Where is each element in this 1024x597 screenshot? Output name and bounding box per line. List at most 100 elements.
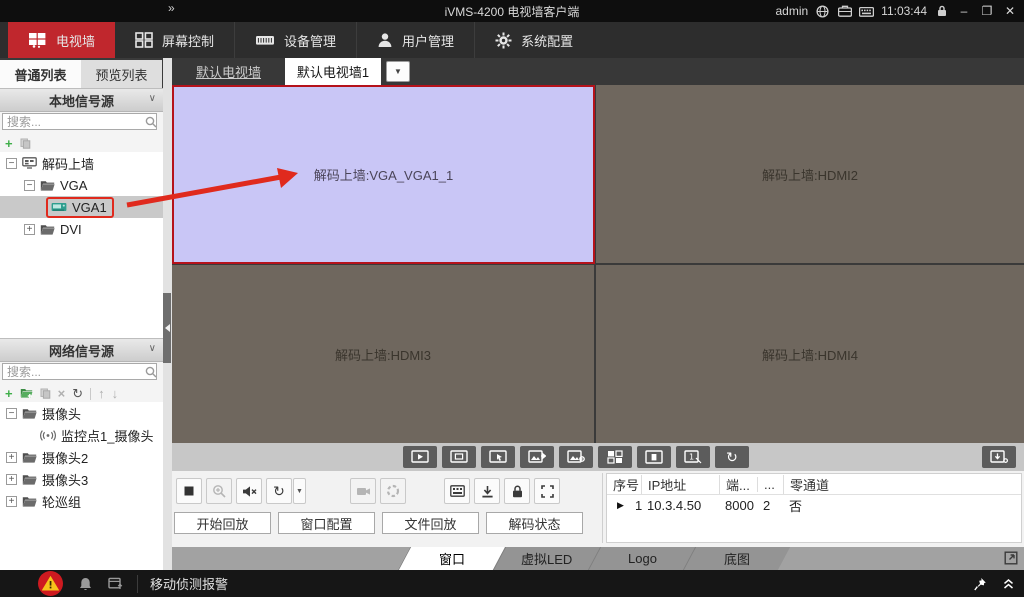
tree-item-camera1-folder[interactable]: − 摄像头 xyxy=(0,402,163,424)
collapse-expander[interactable]: + xyxy=(6,474,17,485)
fullscreen-button[interactable] xyxy=(534,478,560,504)
wall-cell-hdmi2[interactable]: 解码上墙:HDMI2 xyxy=(596,85,1024,263)
network-signal-source-header[interactable]: 网络信号源 ∨ xyxy=(0,338,163,362)
pin-icon[interactable] xyxy=(974,577,987,591)
screen-play-button[interactable] xyxy=(403,446,437,468)
collapse-expander[interactable]: − xyxy=(6,408,17,419)
tab-default-tv-wall-1[interactable]: 默认电视墙1 xyxy=(285,58,381,85)
collapse-expander[interactable]: + xyxy=(6,452,17,463)
statusbar-divider xyxy=(137,575,138,593)
tree-item-dvi-folder[interactable]: + DVI xyxy=(0,218,163,240)
alarm-bell-icon[interactable] xyxy=(79,577,92,591)
collapse-chevrons-icon[interactable] xyxy=(1003,578,1014,590)
search-icon[interactable] xyxy=(145,116,157,128)
add-icon[interactable]: + xyxy=(5,137,13,150)
playback-dropdown-button[interactable]: ▼ xyxy=(293,478,306,504)
file-playback-button[interactable]: 文件回放 xyxy=(382,512,479,534)
download-button[interactable] xyxy=(474,478,500,504)
alarm-warning-button[interactable] xyxy=(38,571,63,596)
tree-item-vga-folder[interactable]: − VGA xyxy=(0,174,163,196)
add-group-icon[interactable] xyxy=(20,388,33,399)
menu-tab-tv-wall[interactable]: 电视墙 xyxy=(8,22,115,58)
collapse-expander[interactable]: + xyxy=(24,224,35,235)
window-config-button[interactable]: 窗口配置 xyxy=(278,512,375,534)
network-search-input[interactable] xyxy=(2,363,157,380)
decode-status-button[interactable]: 解码状态 xyxy=(486,512,583,534)
instant-playback-button[interactable]: ↻ xyxy=(266,478,292,504)
refresh-button[interactable]: ↻ xyxy=(715,446,749,468)
search-icon[interactable] xyxy=(145,366,157,378)
split-screen-button[interactable] xyxy=(598,446,632,468)
start-playback-button[interactable]: 开始回放 xyxy=(174,512,271,534)
digital-zoom-button[interactable] xyxy=(206,478,232,504)
tab-normal-list[interactable]: 普通列表 xyxy=(0,60,81,88)
numeric-panel-button[interactable] xyxy=(444,478,470,504)
column-header-port[interactable]: 端... xyxy=(719,475,757,494)
loop-status-button[interactable] xyxy=(380,478,406,504)
soft-keyboard-icon[interactable] xyxy=(859,4,874,19)
tab-logo[interactable]: Logo xyxy=(588,547,695,570)
add-icon[interactable]: + xyxy=(5,387,13,400)
move-down-icon[interactable]: ↓ xyxy=(112,387,119,400)
tree-item-tour-group-folder[interactable]: + 轮巡组 xyxy=(0,490,163,512)
popup-window-icon[interactable] xyxy=(1004,551,1018,565)
copy-icon[interactable] xyxy=(20,138,31,149)
tree-item-decode-wall[interactable]: − 解码上墙 xyxy=(0,152,163,174)
record-button[interactable] xyxy=(350,478,376,504)
button-label: 文件回放 xyxy=(404,514,456,533)
wall-cell-hdmi4[interactable]: 解码上墙:HDMI4 xyxy=(596,265,1024,443)
tree-item-camera2-folder[interactable]: + 摄像头2 xyxy=(0,446,163,468)
row-expander-icon[interactable]: ▶ xyxy=(607,500,635,511)
table-row[interactable]: ▶ 1 10.3.4.50 8000 2 否 xyxy=(607,495,1021,515)
window-number-button[interactable]: 1 xyxy=(676,446,710,468)
alarm-status-bar: 移动侦测报警 xyxy=(0,570,1024,597)
column-header-ip[interactable]: IP地址 xyxy=(641,475,719,494)
tab-preview-list[interactable]: 预览列表 xyxy=(81,60,162,88)
move-up-icon[interactable]: ↑ xyxy=(98,387,105,400)
minimize-button[interactable]: – xyxy=(956,4,972,18)
collapse-expander[interactable]: + xyxy=(6,496,17,507)
column-header-index[interactable]: 序号 xyxy=(607,475,641,494)
local-signal-source-header[interactable]: 本地信号源 ∨ xyxy=(0,88,163,112)
delete-icon[interactable]: × xyxy=(58,387,66,400)
wall-cell-hdmi3[interactable]: 解码上墙:HDMI3 xyxy=(172,265,594,443)
menu-tab-user-management[interactable]: 用户管理 xyxy=(356,22,474,58)
toolbox-icon[interactable] xyxy=(837,4,852,19)
copy-icon[interactable] xyxy=(40,388,51,399)
column-header-zero-channel[interactable]: 零通道 xyxy=(783,475,853,494)
tree-item-vga1[interactable]: VGA1 xyxy=(0,196,163,218)
maximize-button[interactable]: ❐ xyxy=(979,4,995,18)
screen-window-button[interactable] xyxy=(442,446,476,468)
menu-tab-system-config[interactable]: 系统配置 xyxy=(474,22,593,58)
tree-item-camera3-folder[interactable]: + 摄像头3 xyxy=(0,468,163,490)
tab-virtual-led[interactable]: 虚拟LED xyxy=(493,547,600,570)
menu-tab-device-management[interactable]: 设备管理 xyxy=(234,22,356,58)
image-export-button[interactable] xyxy=(520,446,554,468)
screen-lock-button[interactable] xyxy=(637,446,671,468)
wall-tab-dropdown-button[interactable]: ▼ xyxy=(386,61,410,82)
lock-window-button[interactable] xyxy=(504,478,530,504)
column-header-more[interactable]: ... xyxy=(757,477,783,492)
image-settings-button[interactable] xyxy=(559,446,593,468)
local-search-input[interactable] xyxy=(2,113,157,130)
wall-settings-button[interactable] xyxy=(982,446,1016,468)
tree-item-monitor-point1[interactable]: 监控点1_摄像头 xyxy=(0,424,163,446)
alarm-to-wall-icon[interactable] xyxy=(108,577,123,590)
tab-window[interactable]: 窗口 xyxy=(398,547,505,570)
stop-decoding-button[interactable] xyxy=(176,478,202,504)
refresh-icon: ↻ xyxy=(726,450,738,464)
wall-cell-label: 解码上墙:HDMI3 xyxy=(335,345,431,364)
globe-icon[interactable] xyxy=(815,4,830,19)
audio-mute-button[interactable] xyxy=(236,478,262,504)
tab-default-tv-wall[interactable]: 默认电视墙 xyxy=(172,62,285,81)
lock-icon[interactable] xyxy=(934,4,949,19)
tab-base-image[interactable]: 底图 xyxy=(683,547,790,570)
screen-cursor-button[interactable] xyxy=(481,446,515,468)
sidebar-collapse-handle[interactable] xyxy=(163,293,171,363)
menu-tab-screen-control[interactable]: 屏幕控制 xyxy=(115,22,234,58)
wall-cell-vga1-selected[interactable]: 解码上墙:VGA_VGA1_1 xyxy=(172,85,595,264)
close-button[interactable]: ✕ xyxy=(1002,4,1018,18)
collapse-expander[interactable]: − xyxy=(6,158,17,169)
collapse-expander[interactable]: − xyxy=(24,180,35,191)
refresh-icon[interactable]: ↻ xyxy=(72,387,83,400)
